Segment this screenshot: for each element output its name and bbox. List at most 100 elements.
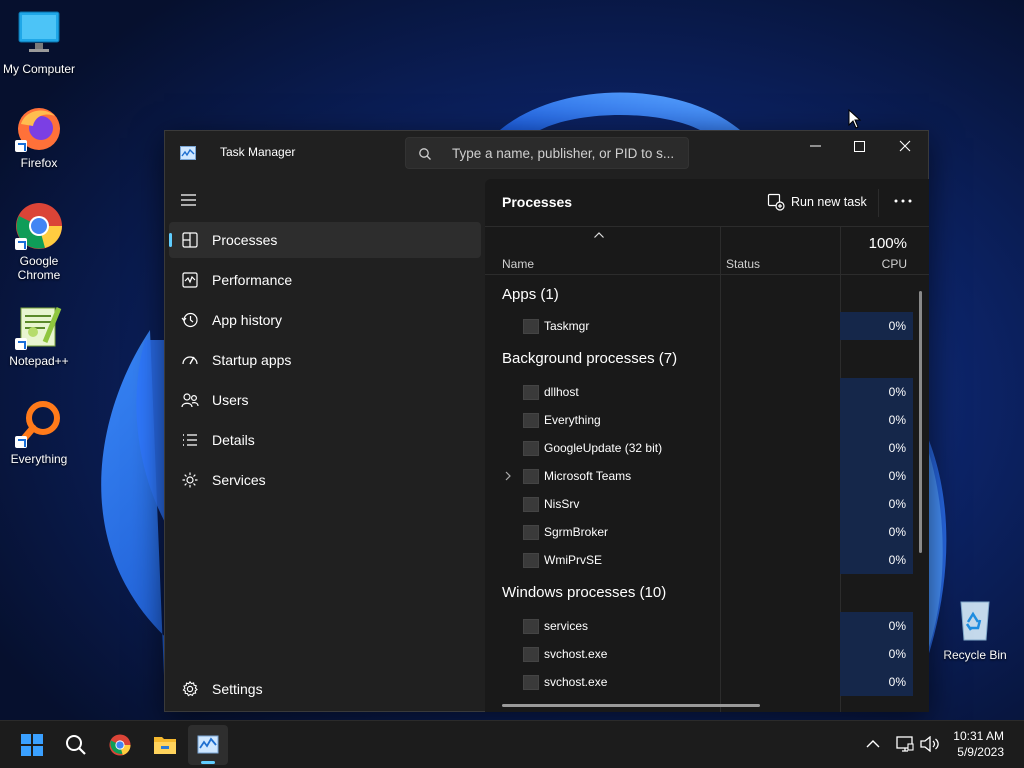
vertical-scrollbar[interactable]: [919, 291, 922, 553]
column-header-name[interactable]: Name: [502, 257, 534, 271]
chevron-right-icon[interactable]: [504, 471, 512, 481]
nav-item-label: Services: [212, 472, 266, 488]
services-icon: [182, 472, 198, 488]
active-indicator: [169, 233, 172, 247]
system-clock[interactable]: 10:31 AM 5/9/2023: [953, 728, 1004, 760]
desktop-icon-google-chrome[interactable]: Google Chrome: [0, 202, 78, 282]
nav-item-app-history[interactable]: App history: [169, 302, 481, 338]
shortcut-arrow-icon: [15, 436, 27, 448]
minimize-button[interactable]: [792, 131, 838, 161]
monitor-icon: [15, 10, 63, 58]
users-icon: [181, 393, 199, 408]
title-bar[interactable]: Task Manager Type a name, publisher, or …: [165, 131, 928, 179]
taskbar-search-button[interactable]: [56, 725, 96, 765]
notepad-plus-plus-icon: [15, 302, 63, 350]
table-row[interactable]: svchost.exe 0%: [485, 668, 913, 696]
table-row[interactable]: SgrmBroker 0%: [485, 518, 913, 546]
process-cpu: 0%: [840, 406, 913, 434]
table-row[interactable]: services 0%: [485, 612, 913, 640]
column-header-status[interactable]: Status: [726, 257, 760, 271]
process-cpu: 0%: [840, 462, 913, 490]
nav-item-label: Details: [212, 432, 255, 448]
group-label: Apps (1): [502, 286, 559, 303]
details-icon: [183, 434, 197, 446]
process-icon: [523, 319, 539, 334]
desktop-icon-notepad-plus-plus[interactable]: Notepad++: [0, 302, 78, 368]
desktop-icon-label: Firefox: [20, 156, 58, 170]
start-button[interactable]: [12, 725, 52, 765]
process-name: services: [544, 619, 589, 633]
start-icon: [21, 734, 43, 756]
nav-item-performance[interactable]: Performance: [169, 262, 481, 298]
table-row[interactable]: GoogleUpdate (32 bit) 0%: [485, 434, 913, 462]
process-name: Everything: [544, 413, 601, 427]
processes-panel: Processes Run new task Name Status 100%: [485, 179, 929, 712]
chevron-up-icon[interactable]: [866, 739, 880, 749]
process-list: Apps (1) Taskmgr 0% Background processes…: [485, 276, 913, 696]
column-header-cpu[interactable]: CPU: [882, 257, 907, 271]
recycle-bin-icon: [951, 596, 999, 644]
process-icon: [523, 647, 539, 662]
sort-ascending-icon[interactable]: [593, 231, 605, 239]
app-history-icon: [181, 312, 198, 328]
active-app-indicator: [201, 761, 215, 764]
search-icon: [419, 148, 431, 160]
process-cpu: 0%: [840, 434, 913, 462]
process-icon: [523, 469, 539, 484]
process-icon: [523, 525, 539, 540]
task-manager-app-icon: [180, 146, 196, 160]
process-cpu: 0%: [840, 668, 913, 696]
window-title: Task Manager: [220, 145, 296, 159]
nav-item-details[interactable]: Details: [169, 422, 481, 458]
nav-item-users[interactable]: Users: [169, 382, 481, 418]
network-icon[interactable]: [896, 736, 914, 752]
maximize-button[interactable]: [836, 131, 882, 161]
group-label: Windows processes (10): [502, 584, 667, 601]
nav-item-label: Performance: [212, 272, 293, 288]
process-name: Taskmgr: [544, 319, 590, 333]
table-row[interactable]: NisSrv 0%: [485, 490, 913, 518]
desktop-icon-recycle-bin[interactable]: Recycle Bin: [936, 596, 1014, 662]
nav-item-settings[interactable]: Settings: [169, 671, 481, 707]
nav-item-startup-apps[interactable]: Startup apps: [169, 342, 481, 378]
process-icon: [523, 497, 539, 512]
nav-item-processes[interactable]: Processes: [169, 222, 481, 258]
horizontal-scrollbar[interactable]: [502, 704, 760, 707]
toolbar-divider: [878, 189, 879, 217]
process-name: Microsoft Teams: [544, 469, 632, 483]
process-cpu: 0%: [840, 378, 913, 406]
settings-label: Settings: [212, 681, 263, 697]
run-new-task-label: Run new task: [791, 195, 867, 209]
file-explorer-icon: [154, 737, 176, 754]
process-cpu: 0%: [840, 546, 913, 574]
startup-icon: [182, 356, 198, 365]
performance-icon: [182, 272, 198, 288]
shortcut-arrow-icon: [15, 338, 27, 350]
table-row[interactable]: dllhost 0%: [485, 378, 913, 406]
nav-item-services[interactable]: Services: [169, 462, 481, 498]
table-row[interactable]: svchost.exe 0%: [485, 640, 913, 668]
process-cpu: 0%: [840, 490, 913, 518]
nav-item-label: Processes: [212, 232, 278, 248]
taskbar-file-explorer-button[interactable]: [144, 725, 184, 765]
close-button[interactable]: [882, 131, 928, 161]
clock-date: 5/9/2023: [957, 745, 1004, 759]
volume-icon[interactable]: [920, 736, 940, 752]
taskbar-chrome-button[interactable]: [100, 725, 140, 765]
table-row[interactable]: Taskmgr 0%: [485, 312, 913, 340]
more-options-icon[interactable]: [893, 191, 913, 211]
process-cpu: 0%: [840, 640, 913, 668]
desktop-icon-firefox[interactable]: Firefox: [0, 104, 78, 170]
process-name: NisSrv: [544, 497, 580, 511]
desktop-icon-everything[interactable]: Everything: [0, 400, 78, 466]
search-input[interactable]: Type a name, publisher, or PID to s...: [405, 137, 689, 169]
hamburger-menu-icon[interactable]: [181, 193, 197, 207]
table-row[interactable]: Everything 0%: [485, 406, 913, 434]
table-row[interactable]: WmiPrvSE 0%: [485, 546, 913, 574]
desktop-icon-my-computer[interactable]: My Computer: [0, 10, 78, 76]
table-row[interactable]: Microsoft Teams 0%: [485, 462, 913, 490]
nav-item-label: App history: [212, 312, 283, 328]
process-icon: [523, 441, 539, 456]
maximize-icon: [853, 140, 865, 152]
taskbar-task-manager-button[interactable]: [188, 725, 228, 765]
